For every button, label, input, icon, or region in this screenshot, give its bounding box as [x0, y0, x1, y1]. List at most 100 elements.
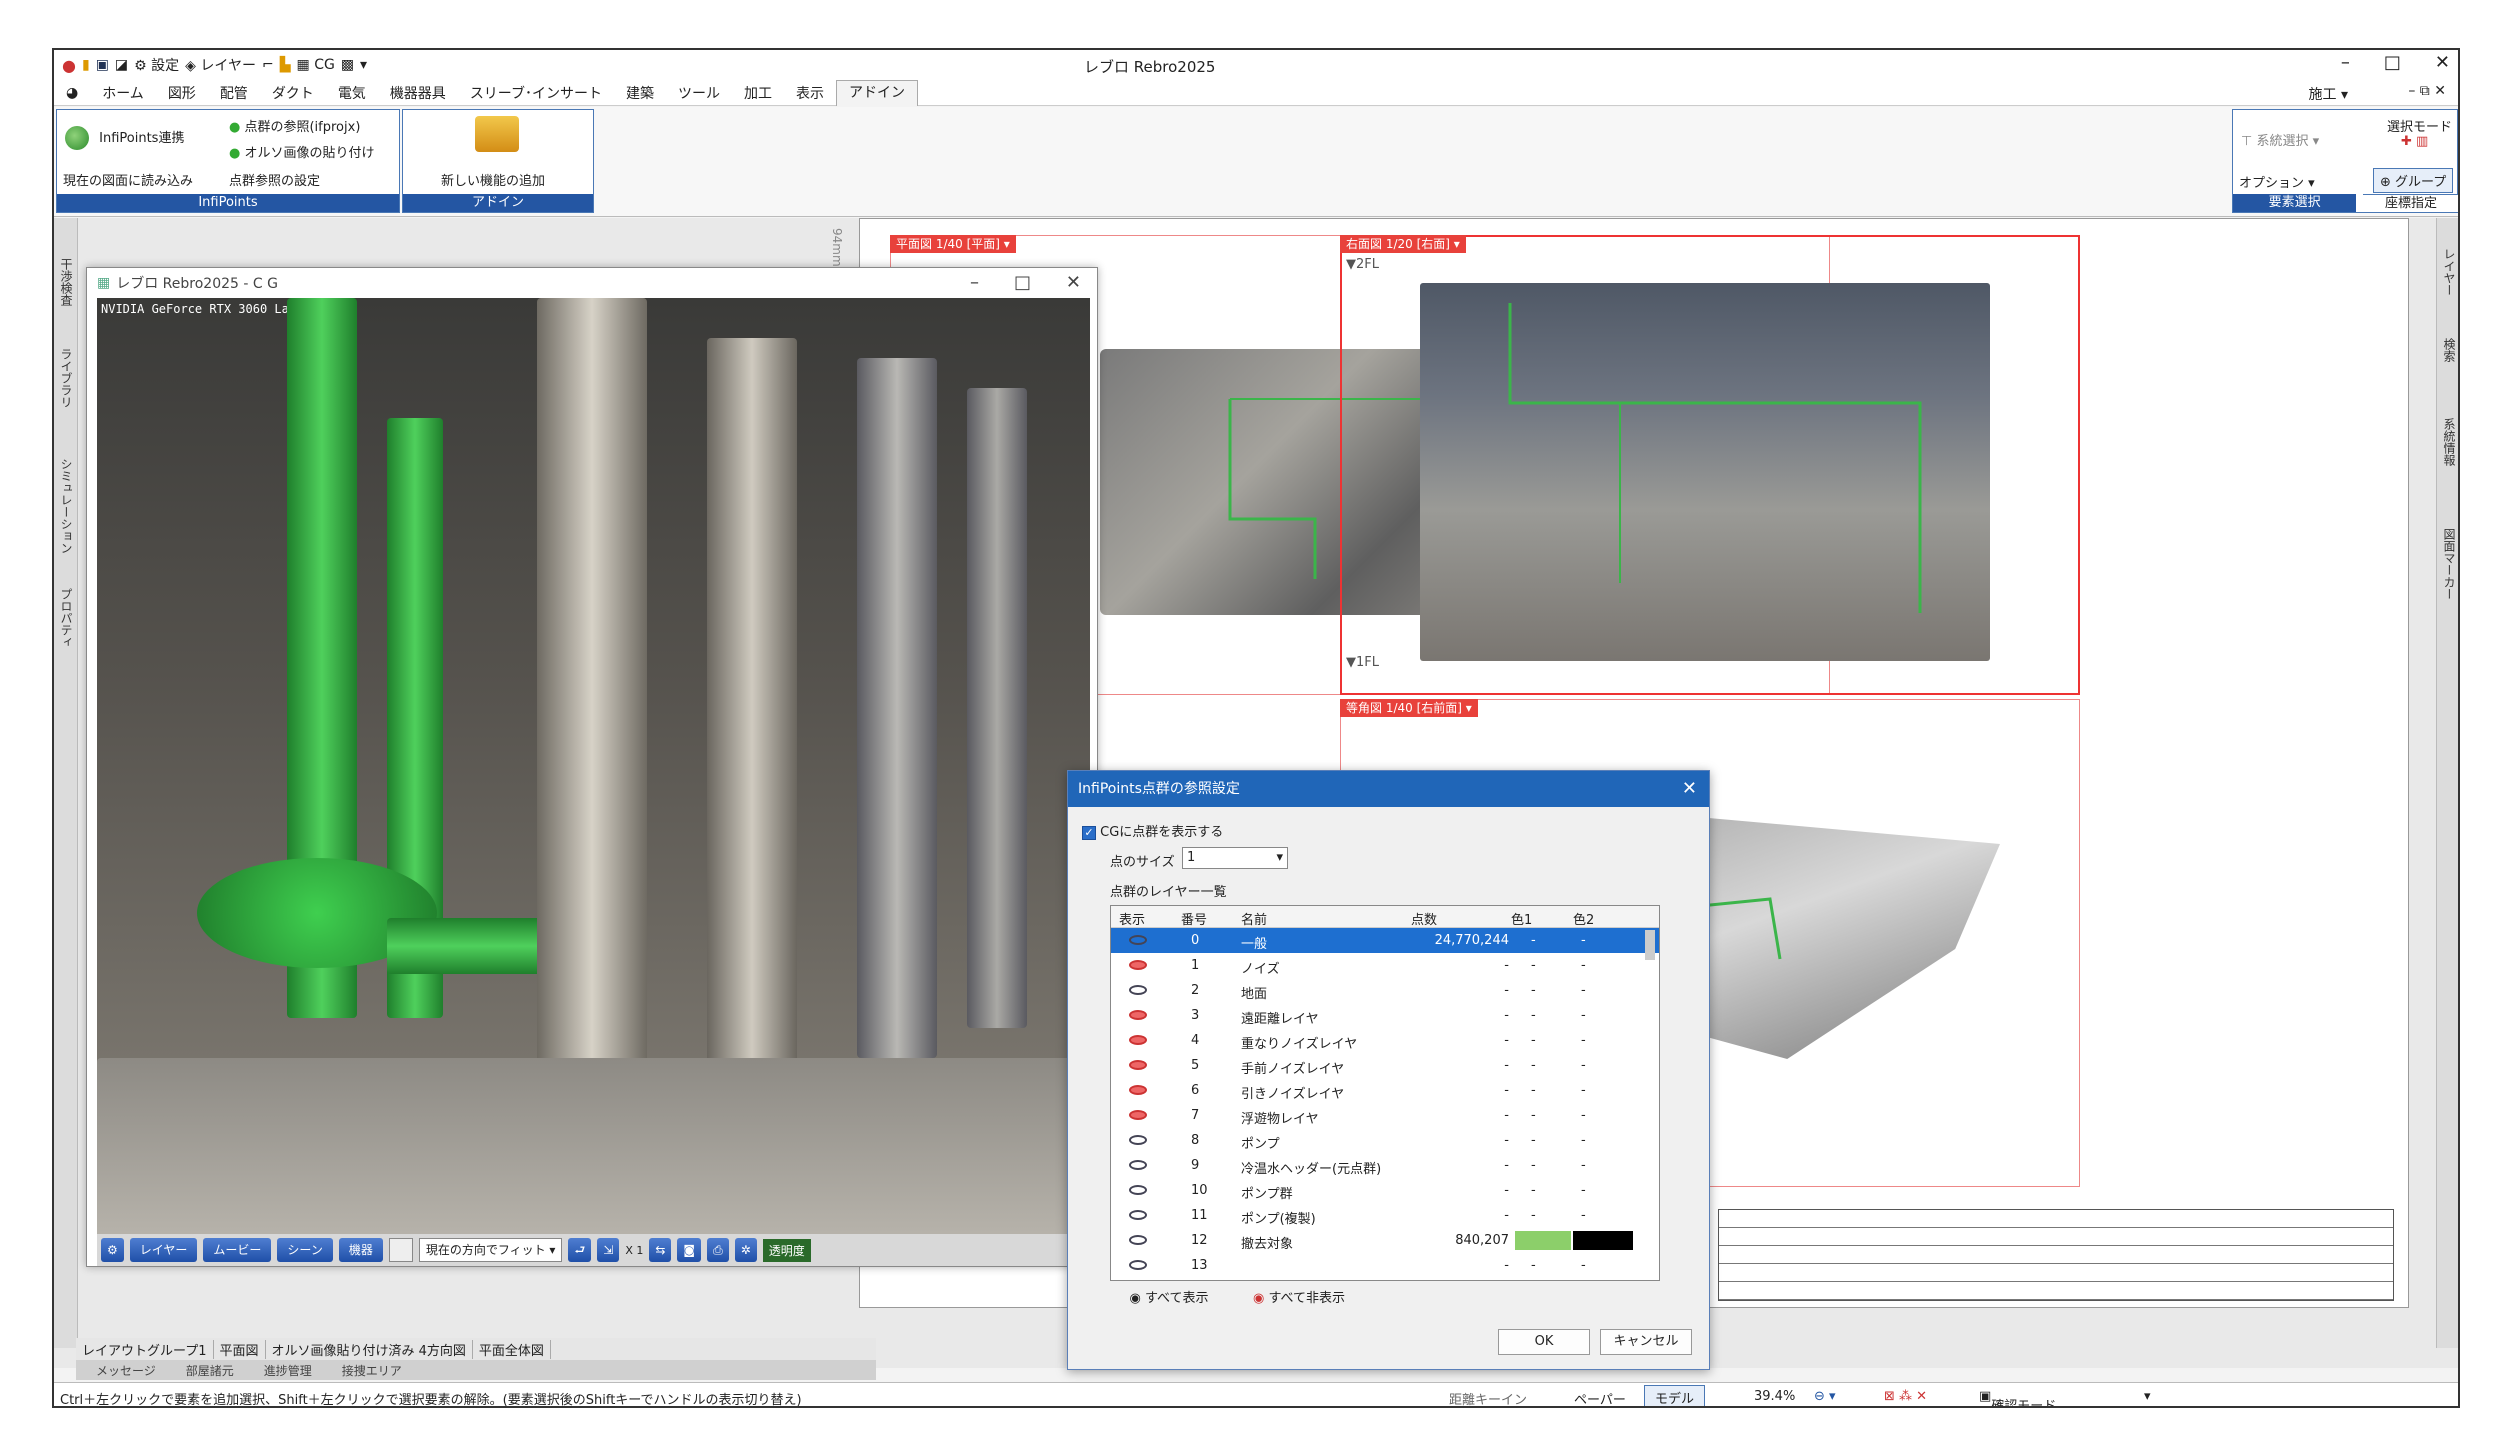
cg-movie-button[interactable]: ムービー	[203, 1238, 272, 1262]
menu-building[interactable]: 建築	[614, 83, 666, 103]
chevron-down-icon[interactable]: ▾	[360, 57, 367, 73]
layout-group-tab[interactable]: レイアウトグループ1	[76, 1339, 214, 1359]
table-row[interactable]: 11 ポンプ(複製) - - -	[1111, 1203, 1659, 1228]
eye-off-icon[interactable]	[1129, 1035, 1147, 1045]
cg-back-icon[interactable]: ⮐	[568, 1238, 592, 1262]
side-tab-library[interactable]: ライブラリ	[58, 348, 75, 408]
mode-select[interactable]: 施工 ▾	[2309, 84, 2348, 104]
show-all-button[interactable]: ◉ すべて表示	[1110, 1287, 1228, 1313]
pane-progress[interactable]: 進捗管理	[264, 1362, 312, 1379]
hide-all-button[interactable]: ◉ すべて非表示	[1240, 1287, 1358, 1313]
eye-off-icon[interactable]	[1129, 1085, 1147, 1095]
cg-layer-button[interactable]: レイヤー	[129, 1238, 198, 1262]
new-icon[interactable]: ▮	[82, 57, 90, 73]
menu-tools[interactable]: ツール	[666, 83, 732, 103]
point-size-select[interactable]: 1 ▾	[1182, 847, 1288, 869]
group-button[interactable]: ⊕ グループ	[2373, 168, 2454, 193]
table-row[interactable]: 5 手前ノイズレイヤ - - -	[1111, 1053, 1659, 1078]
col-show[interactable]: 表示	[1119, 909, 1145, 928]
point-cloud-setting-button[interactable]: 点群参照の設定	[229, 170, 320, 189]
tool-icon[interactable]: ⌐	[262, 57, 274, 73]
point-cloud-ref-button[interactable]: ● 点群の参照(ifprojx)	[229, 116, 360, 135]
option-dropdown[interactable]: オプション ▾	[2239, 172, 2315, 191]
cg-viewport[interactable]: NVIDIA GeForce RTX 3060 Laptop GPU	[97, 298, 1090, 1238]
eye-icon[interactable]	[1129, 985, 1147, 995]
pane-message[interactable]: メッセージ	[96, 1362, 156, 1379]
tab-ortho[interactable]: オルソ画像貼り付け済み 4方向図	[266, 1339, 473, 1359]
side-tab-drawing-marker[interactable]: 図面マーカー	[2441, 528, 2458, 600]
side-tab-property[interactable]: プロパティ	[58, 588, 75, 648]
tab-plan[interactable]: 平面図	[214, 1339, 266, 1359]
confirm-mode-button[interactable]: ▣ 確認モード	[1979, 1389, 2056, 1406]
table-row[interactable]: 3 遠距離レイヤ - - -	[1111, 1003, 1659, 1028]
eye-icon[interactable]	[1129, 1160, 1147, 1170]
system-select-button[interactable]: ⊤ 系統選択 ▾	[2241, 130, 2319, 149]
pane-room[interactable]: 部屋諸元	[186, 1362, 234, 1379]
eye-icon[interactable]	[1129, 1260, 1147, 1270]
image-icon[interactable]: ▩	[341, 57, 354, 73]
pane-area[interactable]: 接捜エリア	[342, 1362, 402, 1379]
col-name[interactable]: 名前	[1241, 909, 1267, 928]
ortho-paste-button[interactable]: ● オルソ画像の貼り付け	[229, 142, 375, 161]
ok-button[interactable]: OK	[1498, 1329, 1590, 1355]
eye-off-icon[interactable]	[1129, 1110, 1147, 1120]
col-number[interactable]: 番号	[1181, 909, 1207, 928]
color1-swatch[interactable]	[1515, 1231, 1571, 1250]
menu-app-icon[interactable]: ◕	[54, 85, 90, 101]
maximize-button[interactable]: □	[2384, 52, 2401, 73]
cg-button[interactable]: ▦ CG	[297, 57, 335, 73]
col-color2[interactable]: 色2	[1573, 909, 1594, 928]
menu-view[interactable]: 表示	[784, 83, 836, 103]
col-color1[interactable]: 色1	[1511, 909, 1532, 928]
close-button[interactable]: ✕	[2435, 52, 2450, 73]
eye-off-icon[interactable]	[1129, 1010, 1147, 1020]
cg-minimize-button[interactable]: –	[970, 272, 979, 293]
right-view-title[interactable]: 右面図 1/20 [右面] ▾	[1340, 235, 1466, 253]
eye-icon[interactable]	[1129, 1235, 1147, 1245]
table-row[interactable]: 10 ポンプ群 - - -	[1111, 1178, 1659, 1203]
layer-button[interactable]: ◈ レイヤー	[185, 55, 256, 75]
col-count[interactable]: 点数	[1411, 909, 1437, 928]
cg-maximize-button[interactable]: □	[1014, 272, 1031, 293]
cg-fit-select[interactable]: 現在の方向でフィット ▾	[418, 1238, 563, 1262]
folder-icon[interactable]: ▙	[280, 57, 291, 73]
model-button[interactable]: モデル	[1644, 1385, 1706, 1406]
color2-swatch[interactable]	[1573, 1231, 1633, 1250]
zoom-icon[interactable]: ⊖ ▾	[1814, 1389, 1836, 1404]
menu-sleeve[interactable]: スリーブ･インサート	[458, 83, 614, 103]
cg-camera-icon[interactable]: ◙	[677, 1238, 702, 1262]
table-row[interactable]: 13 - - -	[1111, 1253, 1659, 1278]
table-row[interactable]: 12 撤去対象 840,207	[1111, 1228, 1659, 1253]
tab-plan-all[interactable]: 平面全体図	[473, 1339, 551, 1359]
snap-icons[interactable]: ⊠ ⁂ ✕	[1884, 1389, 1927, 1404]
cg-settings-button[interactable]: ⚙	[101, 1238, 124, 1262]
print-icon[interactable]: ◪	[115, 57, 128, 73]
app-logo-icon[interactable]: ●	[62, 56, 76, 75]
table-row[interactable]: 0 一般 24,770,244 - -	[1111, 928, 1659, 953]
table-row[interactable]: 2 地面 - - -	[1111, 978, 1659, 1003]
menu-process[interactable]: 加工	[732, 83, 784, 103]
eye-off-icon[interactable]	[1129, 1060, 1147, 1070]
table-row[interactable]: 9 冷温水ヘッダー(元点群) - - -	[1111, 1153, 1659, 1178]
dialog-close-button[interactable]: ✕	[1682, 771, 1697, 807]
add-feature-icon[interactable]	[475, 116, 519, 152]
cg-panel-icon[interactable]	[388, 1238, 413, 1262]
cancel-button[interactable]: キャンセル	[1600, 1329, 1692, 1355]
cg-print-icon[interactable]: ⎙	[707, 1238, 729, 1262]
menu-equipment[interactable]: 機器器具	[378, 83, 458, 103]
table-row[interactable]: 1 ノイズ - - -	[1111, 953, 1659, 978]
table-row[interactable]: 4 重なりノイズレイヤ - - -	[1111, 1028, 1659, 1053]
iso-view-title[interactable]: 等角図 1/40 [右前面] ▾	[1340, 699, 1478, 717]
cg-close-button[interactable]: ✕	[1066, 272, 1081, 293]
minimize-button[interactable]: –	[2341, 52, 2350, 73]
side-tab-search[interactable]: 検索	[2441, 338, 2458, 362]
cg-transparency-button[interactable]: 透明度	[762, 1238, 811, 1262]
menu-shape[interactable]: 図形	[156, 83, 208, 103]
side-tab-layer[interactable]: レイヤー	[2441, 248, 2458, 296]
distance-keyin[interactable]: 距離キーイン	[1449, 1389, 1527, 1406]
coord-spec-button[interactable]: 座標指定	[2363, 194, 2458, 212]
select-mode-icon[interactable]: ✚ ▥	[2401, 134, 2428, 149]
cg-view-icon[interactable]: ⇲	[597, 1238, 620, 1262]
menu-duct[interactable]: ダクト	[260, 83, 326, 103]
chevron-down-icon[interactable]: ▾	[2144, 1389, 2151, 1404]
